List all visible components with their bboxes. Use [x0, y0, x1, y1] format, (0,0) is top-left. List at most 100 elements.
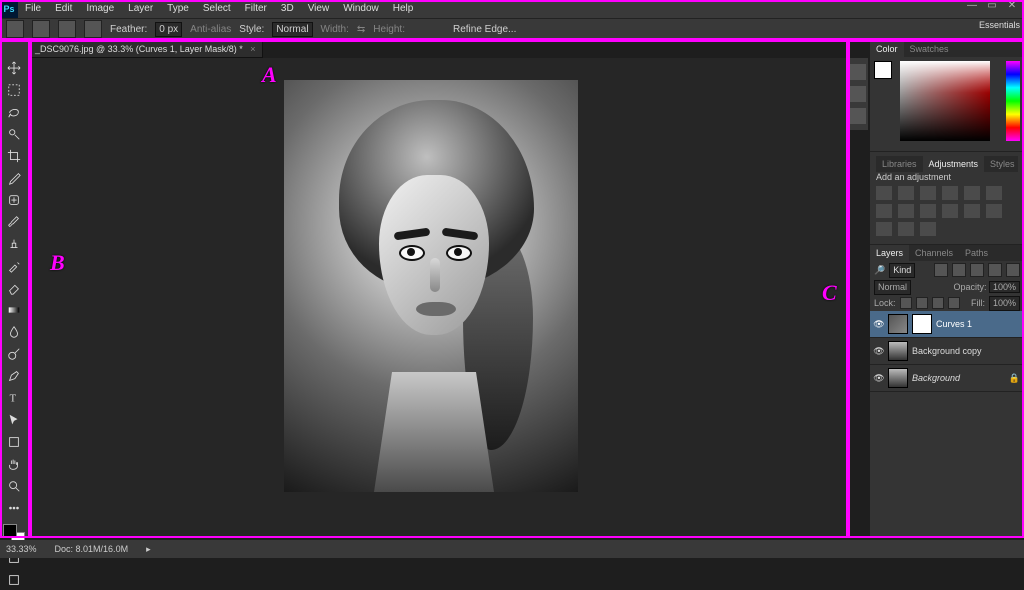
layer-row[interactable]: 👁Background🔒	[870, 365, 1024, 392]
color-lookup-icon[interactable]	[942, 204, 958, 218]
type-tool[interactable]: T	[3, 388, 25, 408]
gradient-tool[interactable]	[3, 300, 25, 320]
tab-channels[interactable]: Channels	[909, 245, 959, 261]
tab-layers[interactable]: Layers	[870, 245, 909, 261]
edit-toolbar[interactable]	[3, 498, 25, 518]
refine-edge-button[interactable]: Refine Edge...	[453, 24, 516, 35]
crop-tool[interactable]	[3, 146, 25, 166]
menu-edit[interactable]: Edit	[48, 0, 79, 18]
style-select[interactable]: Normal	[272, 22, 312, 37]
tab-styles[interactable]: Styles	[984, 156, 1021, 172]
vibrance-icon[interactable]	[964, 186, 980, 200]
new-selection-icon[interactable]	[32, 20, 50, 38]
menu-help[interactable]: Help	[386, 0, 421, 18]
pen-tool[interactable]	[3, 366, 25, 386]
subtract-selection-icon[interactable]	[84, 20, 102, 38]
add-selection-icon[interactable]	[58, 20, 76, 38]
actions-icon[interactable]	[850, 86, 866, 102]
swap-icon[interactable]: ⇆	[357, 24, 365, 35]
filter-icon[interactable]: 🔎	[874, 265, 885, 276]
tab-libraries[interactable]: Libraries	[876, 156, 923, 172]
zoom-tool[interactable]	[3, 476, 25, 496]
blur-tool[interactable]	[3, 322, 25, 342]
tab-swatches[interactable]: Swatches	[904, 41, 955, 57]
menu-type[interactable]: Type	[160, 0, 196, 18]
healing-brush-tool[interactable]	[3, 190, 25, 210]
document-tab[interactable]: _DSC9076.jpg @ 33.3% (Curves 1, Layer Ma…	[28, 40, 263, 58]
restore-button[interactable]: ▭	[984, 0, 1000, 14]
tab-adjustments[interactable]: Adjustments	[923, 156, 985, 172]
brightness-icon[interactable]	[876, 186, 892, 200]
feather-input[interactable]: 0 px	[155, 22, 182, 37]
foreground-swatch[interactable]	[874, 61, 892, 79]
workspace-switcher[interactable]: Essentials	[979, 20, 1020, 30]
menu-select[interactable]: Select	[196, 0, 238, 18]
hue-slider[interactable]	[1006, 61, 1020, 141]
huesat-icon[interactable]	[986, 186, 1002, 200]
quick-select-tool[interactable]	[3, 124, 25, 144]
posterize-icon[interactable]	[986, 204, 1002, 218]
filter-pixel-icon[interactable]	[934, 263, 948, 277]
hand-tool[interactable]	[3, 454, 25, 474]
curves-icon[interactable]	[920, 186, 936, 200]
color-field[interactable]	[900, 61, 990, 141]
gradient-map-icon[interactable]	[898, 222, 914, 236]
fill-input[interactable]: 100%	[989, 296, 1020, 311]
eraser-tool[interactable]	[3, 278, 25, 298]
layer-mask-thumb[interactable]	[912, 314, 932, 334]
zoom-level[interactable]: 33.33%	[6, 544, 37, 554]
threshold-icon[interactable]	[876, 222, 892, 236]
dodge-tool[interactable]	[3, 344, 25, 364]
selective-color-icon[interactable]	[920, 222, 936, 236]
exposure-icon[interactable]	[942, 186, 958, 200]
brush-tool[interactable]	[3, 212, 25, 232]
filter-shape-icon[interactable]	[988, 263, 1002, 277]
tab-color[interactable]: Color	[870, 41, 904, 57]
menu-file[interactable]: File	[18, 0, 48, 18]
invert-icon[interactable]	[964, 204, 980, 218]
menu-filter[interactable]: Filter	[238, 0, 274, 18]
layer-name[interactable]: Curves 1	[936, 319, 1020, 329]
menu-window[interactable]: Window	[336, 0, 386, 18]
eyedropper-tool[interactable]	[3, 168, 25, 188]
anti-alias-checkbox[interactable]: Anti-alias	[190, 24, 231, 35]
tool-preset-icon[interactable]	[6, 20, 24, 38]
lock-pos-icon[interactable]	[932, 297, 944, 309]
menu-layer[interactable]: Layer	[121, 0, 160, 18]
bw-icon[interactable]	[876, 204, 892, 218]
menu-3d[interactable]: 3D	[274, 0, 301, 18]
layer-name[interactable]: Background	[912, 373, 1005, 383]
visibility-icon[interactable]: 👁	[874, 346, 884, 356]
blend-mode[interactable]: Normal	[874, 280, 911, 295]
opacity-input[interactable]: 100%	[989, 281, 1020, 293]
close-button[interactable]: ✕	[1004, 0, 1020, 14]
filter-kind[interactable]: Kind	[889, 263, 915, 278]
menu-image[interactable]: Image	[79, 0, 121, 18]
minimize-button[interactable]: —	[964, 0, 980, 14]
filter-smart-icon[interactable]	[1006, 263, 1020, 277]
history-brush-tool[interactable]	[3, 256, 25, 276]
properties-icon[interactable]	[850, 108, 866, 124]
lasso-tool[interactable]	[3, 102, 25, 122]
visibility-icon[interactable]: 👁	[874, 373, 884, 383]
path-select-tool[interactable]	[3, 410, 25, 430]
photo-filter-icon[interactable]	[898, 204, 914, 218]
filter-type-icon[interactable]	[970, 263, 984, 277]
clone-stamp-tool[interactable]	[3, 234, 25, 254]
lock-trans-icon[interactable]	[900, 297, 912, 309]
lock-all-icon[interactable]	[948, 297, 960, 309]
shape-tool[interactable]	[3, 432, 25, 452]
status-chevron-icon[interactable]: ▸	[146, 544, 151, 555]
close-tab-icon[interactable]: ×	[250, 44, 255, 54]
marquee-tool[interactable]	[3, 80, 25, 100]
screen-mode-icon[interactable]	[3, 570, 25, 590]
levels-icon[interactable]	[898, 186, 914, 200]
tab-paths[interactable]: Paths	[959, 245, 994, 261]
layer-row[interactable]: 👁Background copy	[870, 338, 1024, 365]
menu-view[interactable]: View	[301, 0, 337, 18]
visibility-icon[interactable]: 👁	[874, 319, 884, 329]
lock-pixel-icon[interactable]	[916, 297, 928, 309]
move-tool[interactable]	[3, 58, 25, 78]
channel-mixer-icon[interactable]	[920, 204, 936, 218]
history-icon[interactable]	[850, 64, 866, 80]
